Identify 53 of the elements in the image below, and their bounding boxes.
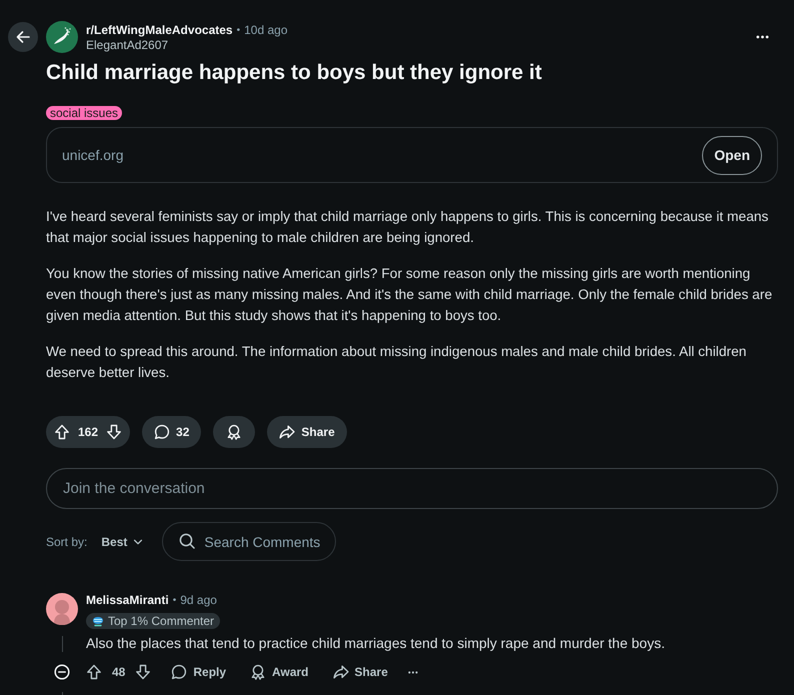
downvote-button[interactable] [106, 424, 122, 440]
comment-count: 32 [176, 425, 190, 439]
upvote-button[interactable] [54, 424, 70, 440]
share-button[interactable]: Share [267, 416, 347, 448]
share-button[interactable]: Share [322, 658, 398, 686]
body-paragraph: We need to spread this around. The information about missing indigenous males and male child brides. All children deserve better lives. [46, 343, 748, 382]
badge-icon [92, 616, 104, 626]
body-paragraph: You know the stories of missing native American girls? For some reason only the missing girls are worth mentioning even though there's just as many missing males. And it's the same with child marriage. Only the female child brides are given media attention. But this study shows that it's happening to boys too. [46, 265, 774, 325]
comments-button[interactable]: 32 [142, 416, 202, 448]
back-button[interactable] [8, 22, 38, 52]
commenter-avatar-icon [46, 593, 78, 625]
sort-label: Sort by: [46, 534, 88, 548]
comment-input-field[interactable]: Join the conversation [46, 468, 778, 509]
badge-label: Top 1% Commenter [108, 614, 214, 628]
award-button[interactable] [213, 416, 256, 448]
comment-time: 9d ago [180, 593, 217, 608]
separator-dot: • [236, 24, 240, 38]
downvote-icon [106, 424, 122, 440]
body-paragraph: I've heard several feminists say or imply that child marriage only happens to girls. This is concerning because it means that major social issues happening to male children are being ignored. [46, 208, 770, 247]
share-icon [279, 424, 296, 440]
search-field[interactable]: Search Comments [162, 522, 336, 561]
comment-icon [154, 424, 170, 440]
commenter-name[interactable]: MelissaMiranti [86, 593, 169, 608]
flair-tag[interactable]: social issues [46, 106, 122, 120]
post-title: Child marriage happens to boys but they ignore it [46, 60, 543, 86]
downvote-icon [135, 664, 152, 680]
award-icon [250, 664, 266, 680]
link-domain: unicef.org [62, 147, 124, 163]
subreddit-avatar-icon [46, 21, 78, 53]
more-icon [756, 35, 768, 39]
author-name[interactable]: ElegantAd2607 [86, 38, 168, 53]
separator-dot: • [172, 594, 176, 608]
upvote-icon [54, 424, 70, 440]
search-icon [179, 533, 196, 549]
collapse-button[interactable] [54, 664, 70, 680]
share-icon [332, 664, 349, 680]
comment-text: Also the places that tend to practice child marriages tend to simply rape and murder the boys. [86, 634, 666, 652]
subreddit-link[interactable]: r/LeftWingMaleAdvocates [86, 23, 233, 38]
back-arrow-icon [15, 29, 31, 45]
link-preview-card[interactable]: unicef.org Open [46, 127, 778, 183]
more-icon [408, 670, 418, 674]
award-button[interactable]: Award [240, 658, 319, 686]
reply-icon [171, 664, 188, 680]
award-icon [226, 424, 242, 440]
open-button[interactable]: Open [702, 136, 762, 174]
vote-count: 162 [78, 425, 98, 439]
collapse-icon [54, 664, 70, 680]
chevron-down-icon [133, 538, 144, 544]
vote-count: 48 [112, 665, 126, 679]
reply-button[interactable]: Reply [161, 658, 236, 686]
post-time: 10d ago [244, 23, 288, 38]
sort-dropdown[interactable]: Best [99, 530, 146, 552]
upvote-icon [86, 664, 102, 680]
